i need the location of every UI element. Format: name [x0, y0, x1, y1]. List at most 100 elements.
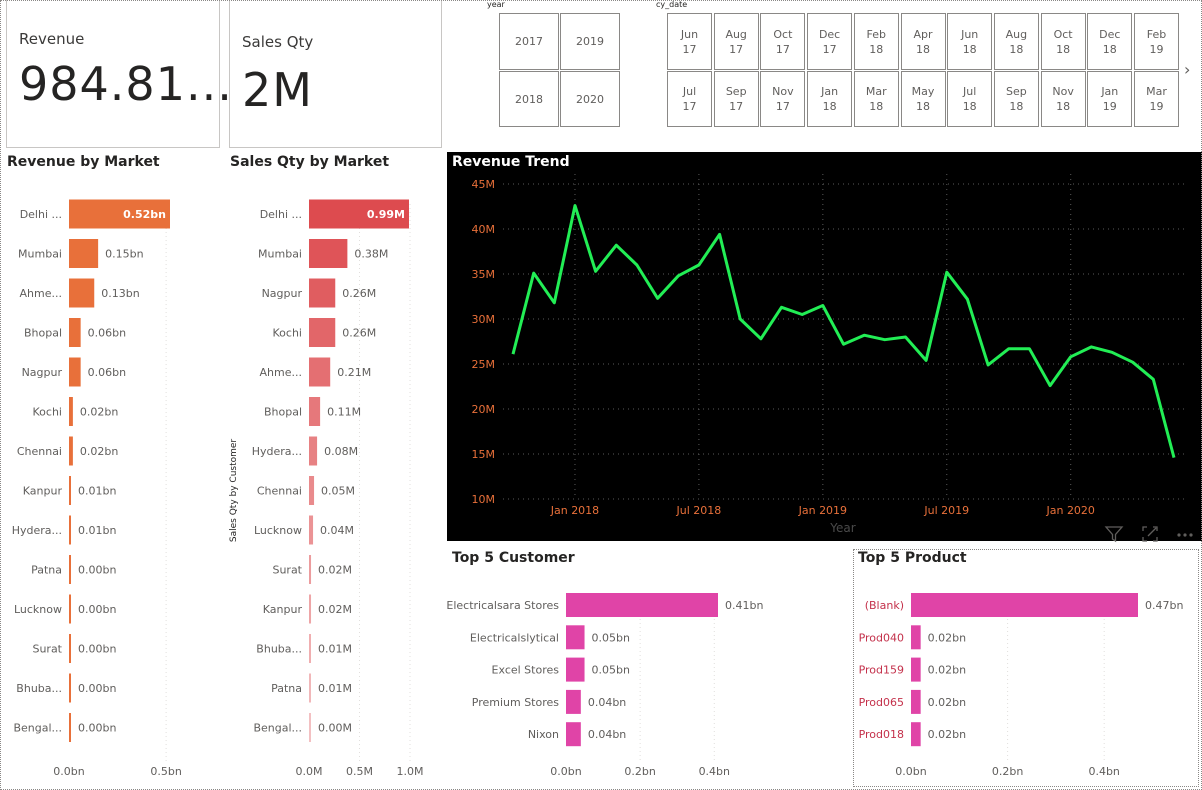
date-tile[interactable]: May 18: [900, 71, 946, 127]
date-tile[interactable]: Jan 19: [1087, 71, 1133, 127]
bar: [309, 673, 311, 703]
date-tile[interactable]: Mar 18: [853, 71, 899, 127]
category-label: Prod018: [859, 728, 904, 741]
revenue-card[interactable]: Revenue 984.81...: [6, 0, 232, 148]
category-label: Ahme...: [260, 366, 302, 379]
year-tile[interactable]: 2019: [560, 13, 620, 70]
filter-icon[interactable]: [1104, 524, 1124, 544]
bar: [309, 515, 314, 545]
y-tick-label: 25M: [472, 358, 496, 371]
data-label: 0.02M: [318, 564, 352, 577]
date-tile[interactable]: Mar 19: [1134, 71, 1179, 127]
date-tile[interactable]: Apr 18: [900, 13, 946, 70]
bar: [309, 357, 331, 387]
sales-qty-card[interactable]: Sales Qty 2M: [229, 0, 442, 148]
date-tile[interactable]: Feb 18: [853, 13, 899, 70]
category-label: Electricalslytical: [470, 631, 559, 644]
bar: [69, 397, 73, 426]
category-label: Delhi ...: [20, 208, 62, 221]
data-label: 0.13bn: [101, 287, 139, 300]
date-tile[interactable]: Jun 18: [947, 13, 993, 70]
x-tick-label: Jul 2018: [676, 504, 722, 517]
data-label: 0.01M: [318, 643, 352, 656]
x-tick-label: Jan 2018: [550, 504, 599, 517]
category-label: Nagpur: [22, 366, 63, 379]
data-label: 0.99M: [367, 208, 405, 221]
date-tile[interactable]: Oct 18: [1040, 13, 1086, 70]
bar: [309, 397, 321, 426]
category-label: Excel Stores: [492, 664, 560, 677]
date-tile[interactable]: Oct 17: [760, 13, 806, 70]
category-label: Hydera...: [12, 524, 62, 537]
date-tile[interactable]: Jun 17: [667, 13, 712, 70]
top5-customer-title: Top 5 Customer: [452, 550, 575, 566]
bar: [309, 594, 312, 624]
date-tile[interactable]: Sep 18: [993, 71, 1039, 127]
year-slicer-title: year: [487, 0, 505, 9]
date-tile[interactable]: Aug 18: [993, 13, 1039, 70]
data-label: 0.38M: [354, 248, 388, 261]
year-tile[interactable]: 2020: [560, 71, 620, 127]
data-label: 0.00bn: [78, 722, 116, 735]
data-label: 0.02bn: [928, 728, 966, 741]
more-options-icon[interactable]: [1175, 524, 1195, 544]
category-label: Patna: [271, 682, 302, 695]
date-tile[interactable]: Jul 18: [947, 71, 993, 127]
bar: [69, 515, 71, 545]
data-label: 0.00bn: [78, 564, 116, 577]
date-tile[interactable]: Sep 17: [713, 71, 759, 127]
category-label: Nixon: [528, 728, 559, 741]
x-tick-label: 0.0bn: [895, 765, 926, 778]
category-label: Surat: [272, 564, 302, 577]
year-tile[interactable]: 2018: [499, 71, 559, 127]
category-label: Surat: [32, 643, 62, 656]
series-line: [511, 204, 1176, 458]
date-tile[interactable]: Feb 19: [1134, 13, 1179, 70]
focus-mode-icon[interactable]: [1140, 524, 1160, 544]
x-tick-label: 0.2bn: [624, 765, 655, 778]
data-label: 0.04bn: [588, 728, 626, 741]
category-label: Bengal...: [253, 722, 302, 735]
date-tile[interactable]: Aug 17: [713, 13, 759, 70]
date-tile[interactable]: Jul 17: [667, 71, 712, 127]
bar: [69, 713, 71, 742]
bar: [309, 318, 336, 347]
bar: [309, 555, 312, 584]
y-tick-label: 10M: [472, 493, 496, 506]
top5-product-title: Top 5 Product: [858, 550, 967, 566]
revenue-card-value: 984.81...: [19, 57, 233, 111]
date-tile[interactable]: Dec 17: [807, 13, 853, 70]
bar: [69, 634, 71, 663]
category-label: Electricalsara Stores: [447, 599, 559, 612]
chevron-right-icon[interactable]: ›: [1184, 60, 1190, 79]
sales-qty-by-market-title: Sales Qty by Market: [230, 154, 390, 170]
x-tick-label: 0.4bn: [1088, 765, 1119, 778]
data-label: 0.52bn: [123, 208, 166, 221]
category-label: Bhopal: [264, 406, 302, 419]
data-label: 0.21M: [337, 366, 371, 379]
data-label: 0.00bn: [78, 643, 116, 656]
x-tick-label: 0.0M: [296, 765, 323, 778]
date-tile[interactable]: Nov 17: [760, 71, 806, 127]
data-label: 0.06bn: [88, 366, 126, 379]
bar: [309, 239, 348, 268]
category-label: Mumbai: [258, 248, 302, 261]
data-label: 0.01M: [318, 682, 352, 695]
bar: [69, 357, 81, 387]
bar: [69, 594, 71, 624]
x-tick-label: 0.0bn: [53, 765, 84, 778]
category-label: Premium Stores: [472, 696, 560, 709]
x-tick-label: 0.0bn: [550, 765, 581, 778]
y-tick-label: 35M: [472, 268, 496, 281]
data-label: 0.41bn: [725, 599, 763, 612]
category-label: Bhuba...: [16, 682, 62, 695]
category-label: Bhuba...: [256, 643, 302, 656]
data-label: 0.02bn: [80, 445, 118, 458]
date-tile[interactable]: Nov 18: [1040, 71, 1086, 127]
data-label: 0.01bn: [78, 485, 116, 498]
date-tile[interactable]: Jan 18: [807, 71, 853, 127]
data-label: 0.05bn: [592, 631, 630, 644]
date-tile[interactable]: Dec 18: [1087, 13, 1133, 70]
top5-customer-chart: 0.0bn 0.2bn 0.4bn Electricalsara Stores 0.41…: [447, 593, 763, 778]
year-tile[interactable]: 2017: [499, 13, 559, 70]
